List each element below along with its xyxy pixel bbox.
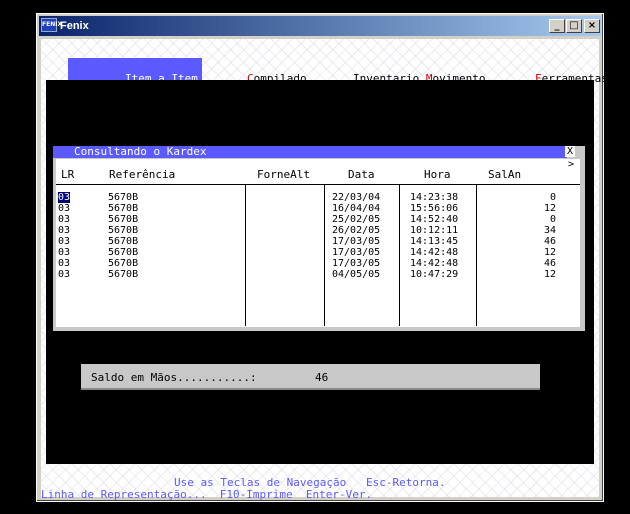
cell-data: 17/03/05 [332, 236, 381, 247]
table-row[interactable]: 03 5670B 22/03/04 14:23:38 0 [56, 192, 580, 203]
cell-hora: 14:23:38 [410, 192, 459, 203]
cell-referencia: 5670B [108, 236, 139, 247]
column-salan: SalAn [488, 168, 522, 181]
saldo-panel: Saldo em Mãos...........: 46 [81, 364, 540, 390]
saldo-value: 46 [315, 371, 329, 384]
cell-lr: 03 [58, 269, 71, 280]
cell-data: 22/03/04 [332, 192, 381, 203]
cell-data: 16/04/04 [332, 203, 381, 214]
app-icon: FENIX [41, 18, 62, 32]
title-bar[interactable]: FENIX Fenix _ □ × [39, 16, 601, 36]
dialog-title-bar: Consultando o Kardex [53, 146, 567, 158]
cell-hora: 15:56:06 [410, 203, 459, 214]
cell-hora: 14:13:45 [410, 236, 459, 247]
maximize-icon: □ [569, 20, 579, 31]
cell-data: 25/02/05 [332, 214, 381, 225]
cell-hora: 10:47:29 [410, 269, 459, 280]
cell-salan: 12 [543, 203, 556, 214]
menu-bar: Item a Item Compilado Inventario Movimen… [41, 58, 608, 100]
cell-hora: 14:42:48 [410, 247, 459, 258]
column-lr: LR [61, 168, 75, 181]
dialog-close-icon[interactable]: X [565, 146, 575, 157]
cell-hora: 14:52:40 [410, 214, 459, 225]
cell-salan: 34 [543, 225, 556, 236]
saldo-label: Saldo em Mãos...........: [91, 371, 257, 384]
cell-referencia: 5670B [108, 269, 139, 280]
column-hora: Hora [424, 168, 451, 181]
cell-salan: 0 [549, 192, 556, 203]
cell-referencia: 5670B [108, 225, 139, 236]
cell-hora: 10:12:11 [410, 225, 459, 236]
kardex-dialog: Consultando o Kardex X LR Referência For… [53, 146, 585, 331]
close-icon: × [587, 20, 597, 31]
cell-referencia: 5670B [108, 247, 139, 258]
cell-lr: 03 [58, 192, 71, 203]
table-row[interactable]: 03 5670B 26/02/05 10:12:11 34 [56, 225, 580, 236]
table-row[interactable]: 03 5670B 16/04/04 15:56:06 12 [56, 203, 580, 214]
cell-referencia: 5670B [108, 192, 139, 203]
column-fornealt: ForneAlt [257, 168, 310, 181]
cell-data: 17/03/05 [332, 247, 381, 258]
table-header: LR Referência ForneAlt Data Hora SalAn > [56, 159, 580, 184]
cell-salan: 46 [543, 258, 556, 269]
cell-data: 17/03/05 [332, 258, 381, 269]
cell-data: 26/02/05 [332, 225, 381, 236]
minimize-icon: _ [554, 20, 560, 31]
table-row[interactable]: 03 5670B 17/03/05 14:13:45 46 [56, 236, 580, 247]
cell-data: 04/05/05 [332, 269, 381, 280]
table-row[interactable]: 03 5670B 17/03/05 14:42:48 46 [56, 258, 580, 269]
cell-salan: 12 [543, 269, 556, 280]
maximize-button[interactable]: □ [566, 19, 582, 33]
cell-lr: 03 [58, 236, 71, 247]
dialog-title: Consultando o Kardex [74, 145, 207, 158]
cell-lr: 03 [58, 203, 71, 214]
cell-lr: 03 [58, 247, 71, 258]
cell-lr: 03 [58, 214, 71, 225]
table-row[interactable]: 03 5670B 25/02/05 14:52:40 0 [56, 214, 580, 225]
cell-salan: 0 [549, 214, 556, 225]
table-body: 03 5670B 22/03/04 14:23:38 0 03 5670B 16… [56, 184, 580, 327]
table-row[interactable]: 03 5670B 17/03/05 14:42:48 12 [56, 247, 580, 258]
column-referencia: Referência [109, 168, 176, 181]
table-row[interactable]: 03 5670B 04/05/05 10:47:29 12 [56, 269, 580, 280]
window-title: Fenix [60, 20, 89, 32]
cell-referencia: 5670B [108, 214, 139, 225]
footer-shortcuts-hint: Linha de Representação... F10-Imprime En… [41, 488, 373, 501]
close-button[interactable]: × [584, 19, 600, 33]
scroll-right-icon[interactable]: > [568, 159, 574, 170]
cell-lr: 03 [58, 225, 71, 236]
column-data: Data [348, 168, 375, 181]
cell-hora: 14:42:48 [410, 258, 459, 269]
cell-lr: 03 [58, 258, 71, 269]
cell-salan: 46 [543, 236, 556, 247]
cell-referencia: 5670B [108, 258, 139, 269]
minimize-button[interactable]: _ [549, 19, 565, 33]
cell-referencia: 5670B [108, 203, 139, 214]
cell-salan: 12 [543, 247, 556, 258]
